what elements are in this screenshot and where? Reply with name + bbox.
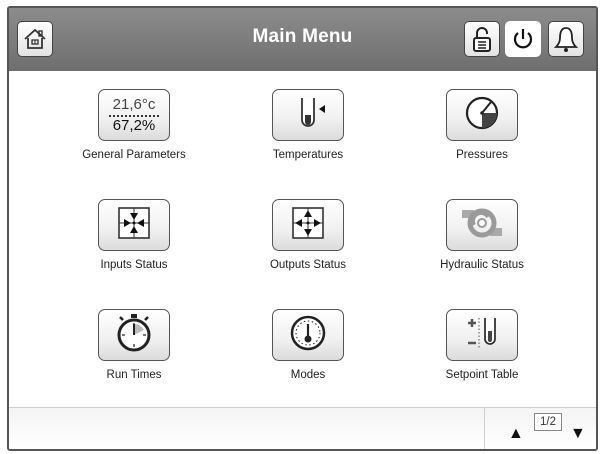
general-parameters-tile[interactable]: 21,6°c 67,2% xyxy=(98,89,170,141)
power-icon xyxy=(510,26,536,52)
temperatures-tile[interactable] xyxy=(272,89,344,141)
setpoint-table-tile[interactable] xyxy=(446,309,518,361)
menu-item-temperatures[interactable]: Temperatures xyxy=(233,89,383,161)
unlock-button[interactable] xyxy=(464,21,500,57)
footer-divider xyxy=(484,408,485,449)
menu-item-outputs-status[interactable]: Outputs Status xyxy=(233,199,383,271)
unlock-icon xyxy=(470,25,494,53)
page-up-button[interactable]: ▲ xyxy=(508,426,524,442)
menu-item-pressures[interactable]: Pressures xyxy=(407,89,557,161)
menu-item-label: Inputs Status xyxy=(100,259,168,271)
outputs-status-tile[interactable] xyxy=(272,199,344,251)
parameter-temperature-value: 21,6°c xyxy=(112,95,156,113)
menu-item-label: Pressures xyxy=(456,149,508,161)
menu-item-label: Hydraulic Status xyxy=(440,259,524,271)
menu-item-label: Setpoint Table xyxy=(445,369,519,381)
menu-item-modes[interactable]: Modes xyxy=(233,309,383,381)
outputs-arrows-icon xyxy=(288,203,328,248)
pressures-tile[interactable] xyxy=(446,89,518,141)
footer-bar: ▲ 1/2 ▼ xyxy=(9,407,596,449)
thermometer-icon xyxy=(288,93,328,138)
menu-item-label: Modes xyxy=(290,369,326,381)
page-down-button[interactable]: ▼ xyxy=(570,426,586,442)
menu-item-setpoint-table[interactable]: Setpoint Table xyxy=(407,309,557,381)
menu-item-inputs-status[interactable]: Inputs Status xyxy=(59,199,209,271)
menu-item-run-times[interactable]: Run Times xyxy=(59,309,209,381)
inputs-arrows-icon xyxy=(114,203,154,248)
hydraulic-icon xyxy=(460,203,504,248)
run-times-tile[interactable] xyxy=(98,309,170,361)
hmi-screen: Main Menu 21,6°c 67,2% General Parameter… xyxy=(7,6,598,451)
menu-item-label: Temperatures xyxy=(272,149,344,161)
parameter-humidity-value: 67,2% xyxy=(112,116,156,134)
menu-item-general-parameters[interactable]: 21,6°c 67,2% General Parameters xyxy=(59,89,209,161)
bell-icon xyxy=(553,25,579,53)
hydraulic-status-tile[interactable] xyxy=(446,199,518,251)
modes-tile[interactable] xyxy=(272,309,344,361)
menu-grid: 21,6°c 67,2% General Parameters Temperat… xyxy=(9,71,596,407)
stopwatch-icon xyxy=(114,312,154,359)
menu-item-label: Outputs Status xyxy=(269,259,347,271)
inputs-status-tile[interactable] xyxy=(98,199,170,251)
page-indicator: 1/2 xyxy=(534,413,562,431)
header-bar: Main Menu xyxy=(9,8,596,71)
alarm-button[interactable] xyxy=(548,21,584,57)
dial-icon xyxy=(288,313,328,358)
power-button[interactable] xyxy=(505,21,541,57)
menu-item-label: Run Times xyxy=(106,369,162,381)
menu-item-hydraulic-status[interactable]: Hydraulic Status xyxy=(407,199,557,271)
setpoint-icon xyxy=(462,313,502,358)
menu-item-label: General Parameters xyxy=(82,149,186,161)
pressure-gauge-icon xyxy=(462,93,502,138)
